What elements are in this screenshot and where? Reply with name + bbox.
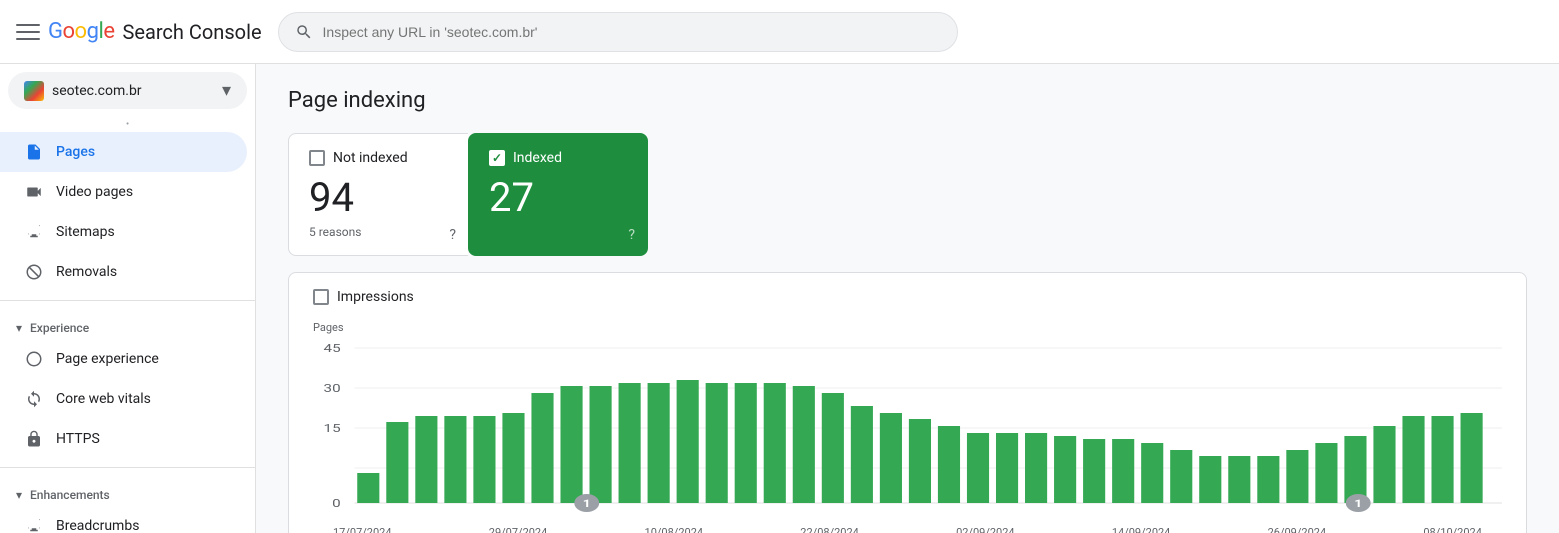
breadcrumbs-icon (24, 516, 44, 533)
page-experience-icon (24, 349, 44, 369)
main-layout: seotec.com.br ▾ • Pages Video pages Site… (0, 64, 1559, 533)
x-label-8: 08/10/2024 (1423, 526, 1482, 533)
app-logo: Google Search Console (16, 19, 262, 44)
impressions-header: Impressions (313, 289, 1502, 305)
sidebar-item-removals-label: Removals (56, 264, 117, 280)
indexed-label: Indexed (513, 150, 562, 166)
sidebar-item-sitemaps[interactable]: Sitemaps (0, 212, 247, 252)
svg-text:0: 0 (332, 498, 341, 510)
x-label-5: 02/09/2024 (956, 526, 1015, 533)
sidebar-item-breadcrumbs-label: Breadcrumbs (56, 518, 139, 533)
https-icon (24, 429, 44, 449)
checkmark-icon: ✓ (492, 151, 502, 165)
sidebar-item-core-web-vitals[interactable]: Core web vitals (0, 379, 247, 419)
not-indexed-count: 94 (309, 174, 448, 221)
svg-text:30: 30 (324, 383, 341, 395)
not-indexed-header: Not indexed (309, 150, 448, 166)
divider (0, 300, 255, 301)
chart-container: Pages 45 30 15 0 (313, 321, 1502, 533)
page-title: Page indexing (288, 88, 1527, 113)
chevron-down-icon: ▾ (222, 80, 231, 101)
help-icon-indexed[interactable]: ? (628, 227, 635, 243)
sitemaps-icon (24, 222, 44, 242)
sidebar-item-https[interactable]: HTTPS (0, 419, 247, 459)
url-inspection-bar[interactable] (278, 12, 958, 52)
topbar: Google Search Console (0, 0, 1559, 64)
impressions-checkbox[interactable] (313, 289, 329, 305)
svg-text:1: 1 (583, 498, 591, 510)
sidebar-item-pages-label: Pages (56, 144, 95, 160)
chart-area: Impressions Pages 45 30 15 (288, 272, 1527, 533)
search-icon (295, 23, 313, 41)
sidebar-item-video-pages[interactable]: Video pages (0, 172, 247, 212)
experience-section[interactable]: ▾ Experience (0, 309, 255, 339)
scroll-indicator: • (0, 117, 255, 132)
y-axis-label: Pages (313, 321, 1502, 334)
help-icon[interactable]: ? (449, 227, 456, 243)
x-label-1: 17/07/2024 (333, 526, 392, 533)
sidebar-item-breadcrumbs[interactable]: Breadcrumbs (0, 506, 247, 533)
sidebar: seotec.com.br ▾ • Pages Video pages Site… (0, 64, 256, 533)
index-cards: Not indexed 94 5 reasons ? ✓ Indexed 27 … (288, 133, 1527, 256)
impressions-label: Impressions (337, 289, 414, 305)
not-indexed-label: Not indexed (333, 150, 408, 166)
sidebar-item-https-label: HTTPS (56, 431, 100, 447)
sidebar-item-pages[interactable]: Pages (0, 132, 247, 172)
sidebar-item-sitemaps-label: Sitemaps (56, 224, 115, 240)
hamburger-menu[interactable] (16, 20, 40, 44)
indexed-checkbox[interactable]: ✓ (489, 150, 505, 166)
sidebar-item-removals[interactable]: Removals (0, 252, 247, 292)
video-pages-icon (24, 182, 44, 202)
property-icon (24, 81, 44, 101)
x-label-3: 10/08/2024 (645, 526, 704, 533)
x-label-2: 29/07/2024 (489, 526, 548, 533)
search-input[interactable] (323, 24, 941, 40)
svg-text:15: 15 (324, 423, 341, 435)
svg-text:45: 45 (324, 343, 341, 355)
not-indexed-checkbox[interactable] (309, 150, 325, 166)
main-content: Page indexing Not indexed 94 5 reasons ?… (256, 64, 1559, 533)
x-label-6: 14/09/2024 (1112, 526, 1171, 533)
sidebar-item-page-experience-label: Page experience (56, 351, 159, 367)
not-indexed-subtitle: 5 reasons (309, 225, 448, 239)
chevron-down-icon-2: ▾ (16, 488, 22, 502)
enhancements-label: Enhancements (30, 488, 110, 502)
divider-2 (0, 467, 255, 468)
indexed-header: ✓ Indexed (489, 150, 627, 166)
property-selector[interactable]: seotec.com.br ▾ (8, 72, 247, 109)
bar-chart: 45 30 15 0 (313, 338, 1502, 518)
property-name: seotec.com.br (52, 83, 214, 99)
app-title: Search Console (122, 20, 261, 44)
indexed-card[interactable]: ✓ Indexed 27 ? (468, 133, 648, 256)
sidebar-item-video-pages-label: Video pages (56, 184, 133, 200)
svg-text:1: 1 (1354, 498, 1362, 510)
core-web-vitals-icon (24, 389, 44, 409)
sidebar-item-core-web-vitals-label: Core web vitals (56, 391, 151, 407)
chart-wrapper: 45 30 15 0 (313, 338, 1502, 518)
removals-icon (24, 262, 44, 282)
x-label-7: 26/09/2024 (1268, 526, 1327, 533)
pages-icon (24, 142, 44, 162)
experience-label: Experience (30, 321, 89, 335)
not-indexed-card[interactable]: Not indexed 94 5 reasons ? (288, 133, 468, 256)
indexed-count: 27 (489, 174, 627, 221)
chevron-down-icon: ▾ (16, 321, 22, 335)
enhancements-section[interactable]: ▾ Enhancements (0, 476, 255, 506)
google-wordmark: Google (48, 19, 114, 44)
x-label-4: 22/08/2024 (800, 526, 859, 533)
sidebar-item-page-experience[interactable]: Page experience (0, 339, 247, 379)
x-axis: 17/07/2024 29/07/2024 10/08/2024 22/08/2… (313, 526, 1502, 533)
